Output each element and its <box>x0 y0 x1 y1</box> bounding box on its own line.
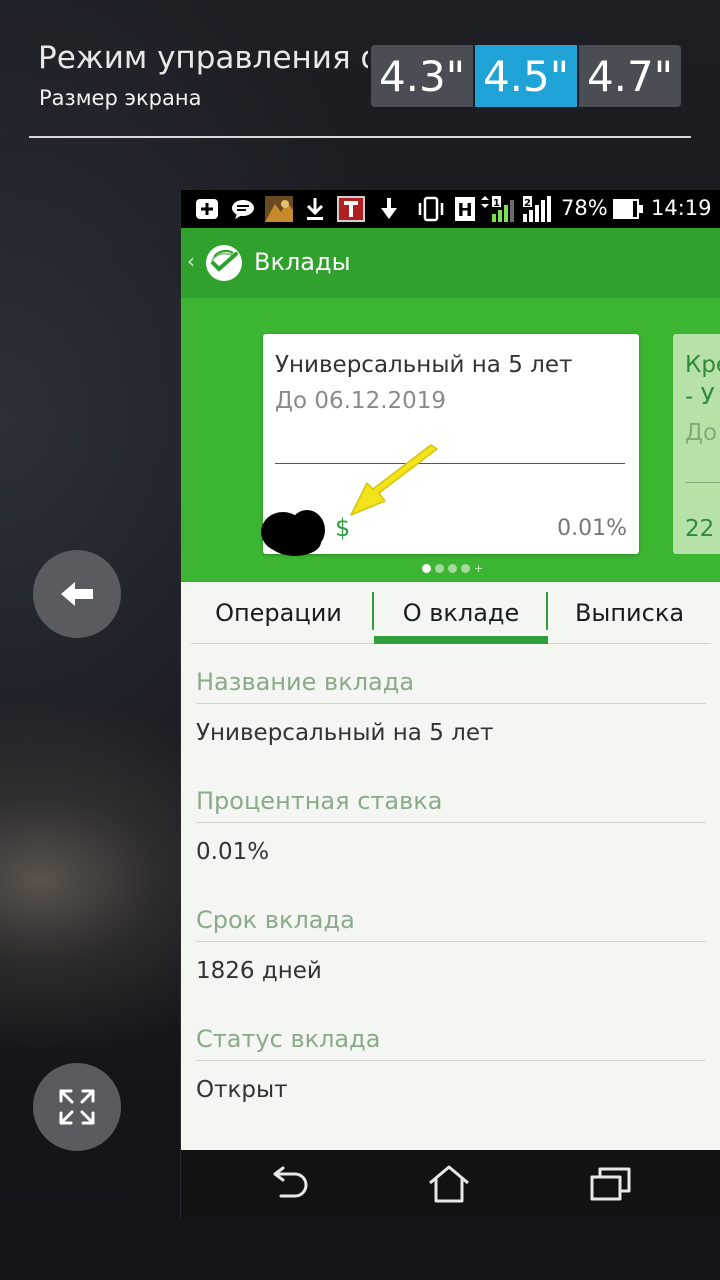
switch-side-button[interactable] <box>33 550 121 638</box>
field-label-term: Срок вклада <box>196 906 355 934</box>
add-notification-icon <box>195 196 219 222</box>
next-card-title-line2: - У <box>685 384 715 410</box>
screen-size-selector: 4.3" 4.5" 4.7" <box>371 45 681 107</box>
size-button-4-7[interactable]: 4.7" <box>579 45 681 107</box>
next-card-title-line1: Кре <box>685 352 720 378</box>
expand-icon <box>59 1089 95 1125</box>
deposit-card[interactable]: Универсальный на 5 лет До 06.12.2019 $ 0… <box>261 334 639 556</box>
field-divider <box>196 822 706 823</box>
page-dot-2 <box>435 564 444 573</box>
download-icon <box>303 196 327 222</box>
battery-icon <box>613 196 643 222</box>
up-chevron-icon[interactable]: ‹ <box>187 249 195 273</box>
annotation-arrow-icon <box>350 444 438 516</box>
redaction-blob <box>261 510 325 556</box>
arrow-left-icon <box>61 582 93 606</box>
game-app-icon <box>265 196 293 222</box>
field-value-name: Универсальный на 5 лет <box>196 720 494 746</box>
download-icon-2 <box>377 196 401 222</box>
t-app-icon <box>337 196 365 222</box>
next-card-amount: 22 <box>685 516 715 542</box>
deposit-card-divider <box>275 463 625 464</box>
recents-icon <box>590 1167 631 1201</box>
field-divider <box>196 941 706 942</box>
sberbank-logo-icon[interactable] <box>205 244 243 282</box>
back-icon <box>273 1166 308 1198</box>
active-tab-indicator <box>374 636 548 644</box>
phone-screen: H 1 2 78% 14:19 ‹ Вклады Универсальный н… <box>180 190 720 1218</box>
next-card-date: До <box>685 420 718 446</box>
tab-operations[interactable]: Операции <box>191 582 366 644</box>
mode-subtitle: Размер экрана <box>39 86 202 110</box>
nav-recents-button[interactable] <box>581 1158 641 1210</box>
app-bar: ‹ Вклады <box>181 228 720 298</box>
field-label-status: Статус вклада <box>196 1025 381 1053</box>
navigation-bar <box>181 1150 720 1218</box>
page-indicator: + <box>422 562 484 575</box>
size-button-4-3[interactable]: 4.3" <box>371 45 473 107</box>
deposit-card-title: Универсальный на 5 лет <box>275 352 573 378</box>
deposit-card-rate: 0.01% <box>557 516 627 541</box>
page-dot-4 <box>461 564 470 573</box>
svg-text:2: 2 <box>524 198 531 209</box>
page-dot-1 <box>422 564 431 573</box>
field-label-name: Название вклада <box>196 668 415 696</box>
vibrate-icon <box>417 196 445 222</box>
nav-back-button[interactable] <box>261 1158 321 1210</box>
field-divider <box>196 1060 706 1061</box>
svg-text:1: 1 <box>493 198 500 209</box>
page-dot-3 <box>448 564 457 573</box>
field-label-rate: Процентная ставка <box>196 787 443 815</box>
network-type-icon: H <box>455 196 475 222</box>
field-value-status: Открыт <box>196 1077 288 1103</box>
message-icon <box>231 196 255 222</box>
next-deposit-card[interactable]: Кре - У До 22 <box>673 334 720 554</box>
size-button-4-5[interactable]: 4.5" <box>475 45 577 107</box>
deposit-card-date: До 06.12.2019 <box>275 388 447 414</box>
field-value-rate: 0.01% <box>196 839 270 865</box>
svg-text:H: H <box>457 200 472 221</box>
signal-sim2-icon: 2 <box>523 196 551 222</box>
field-value-term: 1826 дней <box>196 958 322 984</box>
next-card-divider <box>685 482 720 483</box>
app-title: Вклады <box>254 248 351 276</box>
status-bar: H 1 2 78% 14:19 <box>181 190 720 228</box>
tab-about-deposit[interactable]: О вкладе <box>374 582 548 644</box>
nav-home-button[interactable] <box>419 1158 479 1210</box>
tab-statement[interactable]: Выписка <box>548 582 711 644</box>
signal-sim1-icon: 1 <box>478 196 514 222</box>
fullscreen-button[interactable] <box>33 1063 121 1151</box>
clock: 14:19 <box>651 196 712 220</box>
home-icon <box>429 1165 469 1203</box>
mode-title: Режим управления о... <box>38 40 368 76</box>
page-dot-plus: + <box>474 562 484 575</box>
header-divider <box>29 136 691 138</box>
field-divider <box>196 703 706 704</box>
battery-percent: 78% <box>561 196 608 220</box>
tab-bar: Операции О вкладе Выписка <box>191 582 711 644</box>
